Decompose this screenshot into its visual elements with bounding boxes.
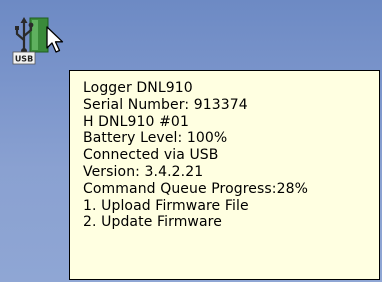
usb-badge-label: USB xyxy=(15,55,33,64)
tooltip-version: Version: 3.4.2.21 xyxy=(83,163,204,180)
tooltip-device-label: H DNL910 #01 xyxy=(83,113,189,130)
tooltip-logger-name: Logger DNL910 xyxy=(83,80,193,96)
tooltip-command-2: 2. Update Firmware xyxy=(83,214,222,231)
tooltip-serial-number: Serial Number: 913374 xyxy=(83,96,248,113)
mouse-pointer-icon xyxy=(46,26,66,54)
device-status-tooltip: Logger DNL910 Serial Number: 913374 H DN… xyxy=(69,70,380,280)
tooltip-queue-progress: Command Queue Progress:28% xyxy=(83,180,309,197)
tooltip-command-1: 1. Upload Firmware File xyxy=(83,197,249,214)
tooltip-connection: Connected via USB xyxy=(83,147,219,164)
desktop-background: USB Logger DNL910 Serial Number: 913374 … xyxy=(0,0,382,282)
tooltip-battery-level: Battery Level: 100% xyxy=(83,130,228,147)
